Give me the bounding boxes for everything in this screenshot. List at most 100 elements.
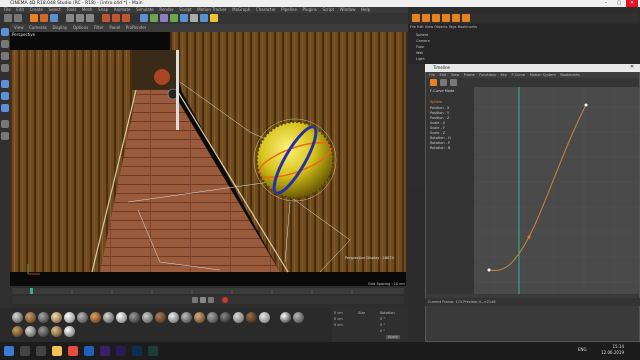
material-swatch[interactable] [207, 312, 218, 323]
animation-icon[interactable] [442, 14, 450, 22]
track-item[interactable]: Scale . X [430, 121, 445, 125]
move-tool-icon[interactable] [30, 14, 38, 22]
axis-y-icon[interactable] [76, 14, 84, 22]
aftereffects-icon[interactable] [116, 346, 126, 356]
chrome-icon[interactable] [68, 346, 78, 356]
axis-x-icon[interactable] [66, 14, 74, 22]
coord-h[interactable]: 0 ° [380, 317, 385, 321]
deformer-icon[interactable] [180, 14, 188, 22]
material-swatch[interactable] [25, 312, 36, 323]
material-swatch[interactable] [259, 312, 270, 323]
motion-mode-icon[interactable] [450, 79, 457, 86]
camera-icon[interactable] [200, 14, 208, 22]
material-swatch[interactable] [77, 312, 88, 323]
fcurve-mode-icon[interactable] [440, 79, 447, 86]
material-swatch[interactable] [181, 312, 192, 323]
material-swatch[interactable] [51, 326, 62, 337]
material-swatch[interactable] [64, 312, 75, 323]
play-button[interactable] [200, 297, 206, 303]
subdivision-icon[interactable] [160, 14, 168, 22]
material-swatch[interactable] [38, 326, 49, 337]
viewport-menu-view[interactable]: View [14, 24, 24, 32]
material-swatch[interactable] [51, 312, 62, 323]
floor-icon[interactable] [190, 14, 198, 22]
coord-y[interactable]: 0 cm [334, 317, 343, 321]
timeline-ruler[interactable] [12, 288, 404, 294]
language-indicator[interactable]: ENG [578, 347, 587, 352]
motion-icon[interactable] [462, 14, 470, 22]
viewport-menu-cameras[interactable]: Cameras [29, 24, 47, 32]
material-swatch[interactable] [38, 312, 49, 323]
close-button[interactable]: ✕ [626, 0, 638, 7]
object-row[interactable]: Wall [416, 51, 423, 55]
fcurve-graph[interactable] [474, 87, 639, 294]
lock-workplane-icon[interactable] [1, 132, 9, 140]
track-item[interactable]: Rotation . P [430, 141, 450, 145]
object-row[interactable]: Sphere [416, 33, 428, 37]
make-editable-icon[interactable] [1, 28, 9, 36]
material-swatch[interactable] [293, 312, 304, 323]
material-swatch[interactable] [12, 312, 23, 323]
workplane-icon[interactable] [1, 64, 9, 72]
explorer-icon[interactable] [52, 346, 62, 356]
texture-mode-icon[interactable] [1, 52, 9, 60]
apply-button[interactable]: Apply [386, 335, 400, 339]
system-clock[interactable]: 15:14 12.06.2019 [601, 344, 624, 356]
snap-icon[interactable] [1, 120, 9, 128]
material-swatch[interactable] [280, 312, 291, 323]
edges-mode-icon[interactable] [1, 92, 9, 100]
media-encoder-icon[interactable] [148, 346, 158, 356]
material-swatch[interactable] [168, 312, 179, 323]
dope-sheet-icon[interactable] [430, 79, 437, 86]
cinema4d-icon[interactable] [84, 346, 94, 356]
redo-icon[interactable] [14, 14, 22, 22]
premiere-icon[interactable] [100, 346, 110, 356]
om-menu-view[interactable]: View [425, 25, 433, 29]
om-menu-file[interactable]: File [410, 25, 416, 29]
coord-x[interactable]: 0 cm [334, 311, 343, 315]
track-item[interactable]: Rotation . H [430, 136, 451, 140]
polygons-mode-icon[interactable] [1, 104, 9, 112]
material-swatch[interactable] [103, 312, 114, 323]
material-swatch[interactable] [129, 312, 140, 323]
track-item[interactable]: Scale . Z [430, 131, 445, 135]
track-item[interactable]: Position . Y [430, 111, 449, 115]
render-view-icon[interactable] [102, 14, 110, 22]
track-item[interactable]: Scale . Y [430, 126, 445, 130]
material-swatch[interactable] [12, 326, 23, 337]
om-menu-bookmarks[interactable]: Bookmarks [458, 25, 478, 29]
3d-viewport[interactable] [10, 32, 406, 286]
object-row[interactable]: Light [416, 57, 425, 61]
tag-icon[interactable] [452, 14, 460, 22]
track-item[interactable]: Rotation . B [430, 146, 450, 150]
object-row[interactable]: Floor [416, 45, 425, 49]
om-menu-objects[interactable]: Objects [434, 25, 447, 29]
material-swatch[interactable] [194, 312, 205, 323]
light-icon[interactable] [210, 14, 218, 22]
maximize-button[interactable]: ▢ [613, 0, 625, 7]
render-settings-icon[interactable] [122, 14, 130, 22]
material-swatch[interactable] [116, 312, 127, 323]
search-icon[interactable] [20, 346, 30, 356]
viewport-menu-filter[interactable]: Filter [94, 24, 104, 32]
model-mode-icon[interactable] [1, 40, 9, 48]
keyframe-icon[interactable] [422, 14, 430, 22]
axis-z-icon[interactable] [86, 14, 94, 22]
fcurve-key[interactable] [487, 268, 491, 272]
material-swatch[interactable] [90, 312, 101, 323]
scale-tool-icon[interactable] [40, 14, 48, 22]
material-swatch[interactable] [25, 326, 36, 337]
undo-icon[interactable] [4, 14, 12, 22]
track-item[interactable]: Position . X [430, 106, 449, 110]
material-swatch[interactable] [64, 326, 75, 337]
cube-icon[interactable] [140, 14, 148, 22]
om-menu-edit[interactable]: Edit [417, 25, 424, 29]
material-swatch[interactable] [155, 312, 166, 323]
previous-frame-button[interactable] [192, 297, 198, 303]
array-icon[interactable] [170, 14, 178, 22]
scene-icon[interactable] [412, 14, 420, 22]
material-swatch[interactable] [142, 312, 153, 323]
photoshop-icon[interactable] [132, 346, 142, 356]
material-swatch[interactable] [220, 312, 231, 323]
minimize-button[interactable]: – [600, 0, 612, 7]
